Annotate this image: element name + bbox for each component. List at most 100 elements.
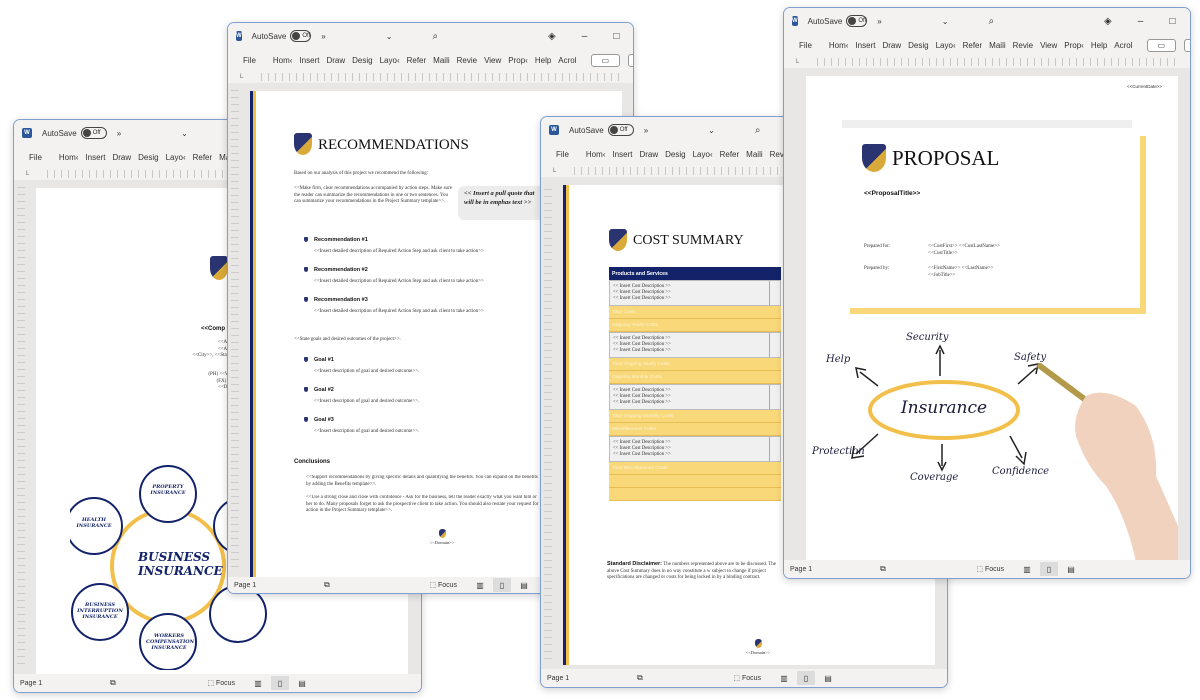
autosave-toggle[interactable]: Off: [607, 124, 634, 136]
page-indicator[interactable]: Page 1: [790, 566, 880, 573]
read-mode-icon[interactable]: ▥: [775, 671, 793, 685]
tab-home[interactable]: Hom‹: [56, 153, 83, 162]
maximize-icon[interactable]: □: [613, 31, 619, 42]
focus-button[interactable]: ⬚ Focus: [207, 679, 235, 687]
double-chevron-icon[interactable]: »: [117, 129, 121, 138]
minimize-icon[interactable]: –: [1138, 16, 1144, 27]
tab-draw[interactable]: Draw: [323, 56, 349, 65]
accessibility-icon[interactable]: ⧉: [637, 673, 643, 683]
tab-review[interactable]: Revie: [454, 56, 481, 65]
print-layout-icon[interactable]: ▯: [1040, 562, 1058, 576]
double-chevron-icon[interactable]: »: [321, 32, 325, 41]
tab-insert[interactable]: Insert: [609, 150, 636, 159]
autosave-toggle[interactable]: Off: [80, 127, 107, 139]
print-layout-icon[interactable]: ▯: [271, 676, 289, 690]
search-icon[interactable]: ⌕: [432, 31, 438, 42]
autosave-label: AutoSave: [251, 31, 287, 41]
goal-item: Goal #2 <<Insert description of goal and…: [304, 387, 419, 406]
tab-layout[interactable]: Layo‹: [377, 56, 404, 65]
web-layout-icon[interactable]: ▤: [515, 578, 533, 592]
tab-insert[interactable]: Insert: [82, 153, 109, 162]
maximize-icon[interactable]: □: [1169, 16, 1175, 27]
summary-text: <<Make firm, clear recommendations accom…: [294, 186, 452, 204]
web-layout-icon[interactable]: ▤: [1062, 562, 1080, 576]
tab-home[interactable]: Hom‹: [270, 56, 297, 65]
accessibility-icon[interactable]: ⧉: [880, 564, 886, 574]
diagram-node-health: HEALTH INSURANCE: [76, 517, 112, 529]
diamond-icon[interactable]: ◈: [548, 31, 556, 42]
tab-design[interactable]: Desig: [135, 153, 162, 162]
tab-layout[interactable]: Layo‹: [690, 150, 717, 159]
chevron-down-icon[interactable]: ⌄: [708, 126, 715, 135]
vertical-ruler[interactable]: [231, 89, 239, 573]
vertical-ruler[interactable]: [544, 183, 552, 665]
search-icon[interactable]: ⌕: [988, 16, 994, 27]
tab-home[interactable]: Hom‹: [826, 41, 853, 50]
page-indicator[interactable]: Page 1: [547, 675, 637, 682]
minimize-icon[interactable]: –: [582, 31, 588, 42]
tab-insert[interactable]: Insert: [852, 41, 879, 50]
focus-button[interactable]: ⬚ Focus: [429, 581, 457, 589]
comment-button[interactable]: ▭: [590, 53, 621, 67]
read-mode-icon[interactable]: ▥: [471, 578, 489, 592]
tab-layout[interactable]: Layo‹: [163, 153, 190, 162]
tab-design[interactable]: Desig: [662, 150, 689, 159]
read-mode-icon[interactable]: ▥: [249, 676, 267, 690]
tab-acrobat[interactable]: Acrol: [1111, 41, 1136, 50]
tab-draw[interactable]: Draw: [109, 153, 135, 162]
double-chevron-icon[interactable]: »: [877, 17, 881, 26]
tab-references[interactable]: Refer: [190, 153, 217, 162]
tab-references[interactable]: Refer: [717, 150, 744, 159]
tab-acrobat[interactable]: Acrol: [555, 56, 580, 65]
vertical-ruler[interactable]: [17, 186, 25, 670]
tab-draw[interactable]: Draw: [879, 41, 905, 50]
tab-file[interactable]: File: [553, 150, 573, 159]
diamond-icon[interactable]: ◈: [1104, 16, 1112, 27]
comment-button[interactable]: ▭: [1146, 38, 1177, 52]
horizontal-ruler[interactable]: L: [784, 56, 1190, 68]
tab-help[interactable]: Help: [1088, 41, 1111, 50]
tab-design[interactable]: Desig: [349, 56, 376, 65]
page-indicator[interactable]: Page 1: [20, 680, 110, 687]
tab-mailings[interactable]: Maili: [430, 56, 453, 65]
tab-home[interactable]: Hom‹: [583, 150, 610, 159]
tab-file[interactable]: File: [240, 56, 260, 65]
tab-view[interactable]: View: [481, 56, 505, 65]
chevron-down-icon[interactable]: ⌄: [942, 17, 949, 26]
editing-mode-button[interactable]: ✎ Editing: [628, 53, 633, 67]
tab-properties[interactable]: Prop‹: [505, 56, 532, 65]
search-icon[interactable]: ⌕: [755, 125, 761, 136]
tab-help[interactable]: Help: [532, 56, 555, 65]
tab-mailings[interactable]: Maili: [986, 41, 1009, 50]
web-layout-icon[interactable]: ▤: [819, 671, 837, 685]
accessibility-icon[interactable]: ⧉: [110, 678, 116, 688]
focus-button[interactable]: ⬚ Focus: [976, 565, 1004, 573]
page-indicator[interactable]: Page 1: [234, 582, 324, 589]
print-layout-icon[interactable]: ▯: [493, 578, 511, 592]
autosave-toggle[interactable]: Off: [846, 15, 868, 27]
tab-file[interactable]: File: [26, 153, 46, 162]
chevron-down-icon[interactable]: ⌄: [181, 129, 188, 138]
tab-layout[interactable]: Layo‹: [933, 41, 960, 50]
tab-design[interactable]: Desig: [905, 41, 932, 50]
tab-properties[interactable]: Prop‹: [1061, 41, 1088, 50]
web-layout-icon[interactable]: ▤: [293, 676, 311, 690]
editing-mode-button[interactable]: ✎ Editing: [1184, 38, 1190, 52]
tab-review[interactable]: Revie: [1010, 41, 1037, 50]
double-chevron-icon[interactable]: »: [644, 126, 648, 135]
tab-mailings[interactable]: Maili: [743, 150, 766, 159]
tab-insert[interactable]: Insert: [296, 56, 323, 65]
horizontal-ruler[interactable]: L: [228, 71, 633, 83]
accessibility-icon[interactable]: ⧉: [324, 580, 330, 590]
tab-references[interactable]: Refer: [404, 56, 431, 65]
tab-view[interactable]: View: [1037, 41, 1061, 50]
read-mode-icon[interactable]: ▥: [1018, 562, 1036, 576]
chevron-down-icon[interactable]: ⌄: [386, 32, 393, 41]
tab-references[interactable]: Refer: [960, 41, 987, 50]
print-layout-icon[interactable]: ▯: [797, 671, 815, 685]
autosave-toggle[interactable]: Off: [290, 30, 312, 42]
prepared-for-value: <<CustFirst>> <<CustLastName>> <<CustTit…: [928, 244, 1000, 256]
focus-button[interactable]: ⬚ Focus: [733, 674, 761, 682]
tab-file[interactable]: File: [796, 41, 816, 50]
tab-draw[interactable]: Draw: [636, 150, 662, 159]
